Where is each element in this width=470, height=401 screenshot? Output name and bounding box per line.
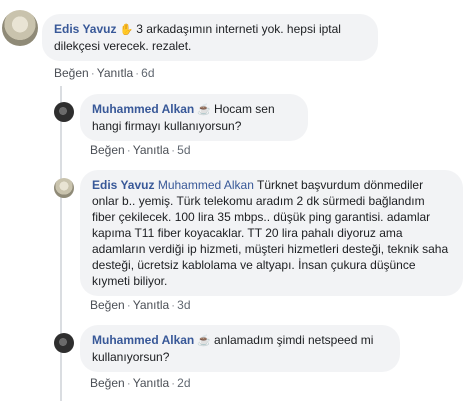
reply-actions: Beğen · Yanıtla · 3d [90,298,191,312]
coffee-icon: ☕ [197,335,211,347]
like-link[interactable]: Beğen [90,376,125,390]
like-link[interactable]: Beğen [90,143,125,157]
timestamp[interactable]: 6d [141,66,154,80]
comment-bubble: Edis Yavuz ✋ 3 arkadaşımın interneti yok. … [42,14,378,61]
reply-author[interactable]: Edis Yavuz [92,178,154,192]
reply-link[interactable]: Yanıtla [133,143,169,157]
timestamp[interactable]: 3d [177,298,190,312]
reply-actions: Beğen · Yanıtla · 2d [90,376,191,390]
timestamp[interactable]: 2d [177,376,190,390]
reply-bubble: Muhammed Alkan ☕ Hocam sen hangi firmayı k… [80,94,308,141]
reply-link[interactable]: Yanıtla [133,376,169,390]
reply-text: Türknet başvurdum dönmediler onlar b.. y… [92,178,449,288]
timestamp[interactable]: 5d [177,143,190,157]
reply-link[interactable]: Yanıtla [133,298,169,312]
avatar-muhammed-alkan[interactable] [54,333,74,353]
comment-actions: Beğen · Yanıtla · 6d [54,66,155,80]
avatar-muhammed-alkan[interactable] [54,102,74,122]
reply-thread-line [60,86,62,401]
avatar-edis-yavuz[interactable] [2,10,38,46]
reply-bubble: Edis Yavuz Muhammed Alkan Türknet başvur… [80,170,463,296]
reply-actions: Beğen · Yanıtla · 5d [90,143,191,157]
reply-author[interactable]: Muhammed Alkan [92,102,194,116]
avatar-edis-yavuz[interactable] [54,178,74,198]
comment-author[interactable]: Edis Yavuz [54,22,116,36]
hand-icon: ✋ [119,24,134,36]
like-link[interactable]: Beğen [54,66,89,80]
reply-link[interactable]: Yanıtla [97,66,133,80]
mention-link[interactable]: Muhammed Alkan [158,178,254,192]
reply-bubble: Muhammed Alkan ☕ anlamadım şimdi netspeed … [80,325,400,372]
reply-author[interactable]: Muhammed Alkan [92,333,194,347]
coffee-icon: ☕ [197,104,211,116]
like-link[interactable]: Beğen [90,298,125,312]
